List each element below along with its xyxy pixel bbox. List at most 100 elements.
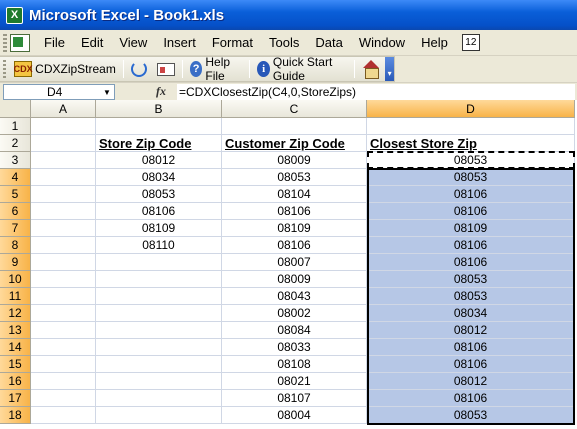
row-header-6[interactable]: 6 bbox=[0, 203, 31, 220]
cell-a10[interactable] bbox=[31, 271, 96, 288]
card-button[interactable] bbox=[152, 58, 180, 80]
worksheet-grid[interactable]: A B C D 1 2 Store Zip Code Customer Zip Code Clo… bbox=[0, 100, 577, 429]
cell-d3[interactable]: 08053 bbox=[367, 152, 575, 169]
cell-c18[interactable]: 08004 bbox=[222, 407, 367, 424]
cell-b3[interactable]: 08012 bbox=[96, 152, 222, 169]
row-header-4[interactable]: 4 bbox=[0, 169, 31, 186]
row-header-12[interactable]: 12 bbox=[0, 305, 31, 322]
name-box-dropdown-icon[interactable]: ▼ bbox=[100, 85, 114, 99]
cell-d16[interactable]: 08012 bbox=[367, 373, 575, 390]
column-header-d[interactable]: D bbox=[367, 100, 575, 118]
cell-d7[interactable]: 08109 bbox=[367, 220, 575, 237]
cell-c7[interactable]: 08109 bbox=[222, 220, 367, 237]
cell-a7[interactable] bbox=[31, 220, 96, 237]
cell-b7[interactable]: 08109 bbox=[96, 220, 222, 237]
cell-a3[interactable] bbox=[31, 152, 96, 169]
cell-d14[interactable]: 08106 bbox=[367, 339, 575, 356]
cell-c8[interactable]: 08106 bbox=[222, 237, 367, 254]
cell-b10[interactable] bbox=[96, 271, 222, 288]
cell-b16[interactable] bbox=[96, 373, 222, 390]
column-header-a[interactable]: A bbox=[31, 100, 96, 118]
row-header-11[interactable]: 11 bbox=[0, 288, 31, 305]
cell-c12[interactable]: 08002 bbox=[222, 305, 367, 322]
menu-file[interactable]: File bbox=[36, 35, 73, 50]
cell-d9[interactable]: 08106 bbox=[367, 254, 575, 271]
cell-b8[interactable]: 08110 bbox=[96, 237, 222, 254]
home-button[interactable] bbox=[357, 58, 385, 80]
cell-c4[interactable]: 08053 bbox=[222, 169, 367, 186]
cell-a9[interactable] bbox=[31, 254, 96, 271]
row-header-10[interactable]: 10 bbox=[0, 271, 31, 288]
cell-a5[interactable] bbox=[31, 186, 96, 203]
quick-start-guide-button[interactable]: i Quick Start Guide bbox=[252, 55, 352, 83]
cell-c9[interactable]: 08007 bbox=[222, 254, 367, 271]
cell-b6[interactable]: 08106 bbox=[96, 203, 222, 220]
cell-d10[interactable]: 08053 bbox=[367, 271, 575, 288]
cell-a12[interactable] bbox=[31, 305, 96, 322]
menu-view[interactable]: View bbox=[111, 35, 155, 50]
document-restore-icon[interactable]: 12 bbox=[461, 34, 480, 51]
cell-b9[interactable] bbox=[96, 254, 222, 271]
cell-b2[interactable]: Store Zip Code bbox=[96, 135, 222, 152]
cell-a14[interactable] bbox=[31, 339, 96, 356]
cell-b1[interactable] bbox=[96, 118, 222, 135]
formula-input[interactable]: =CDXClosestZip(C4,0,StoreZips) bbox=[177, 84, 575, 100]
menu-grip[interactable] bbox=[3, 33, 7, 52]
insert-function-icon[interactable]: fx bbox=[156, 84, 166, 99]
cell-b13[interactable] bbox=[96, 322, 222, 339]
cell-d8[interactable]: 08106 bbox=[367, 237, 575, 254]
cell-d1[interactable] bbox=[367, 118, 575, 135]
cell-a8[interactable] bbox=[31, 237, 96, 254]
cell-c5[interactable]: 08104 bbox=[222, 186, 367, 203]
cell-c17[interactable]: 08107 bbox=[222, 390, 367, 407]
cell-d17[interactable]: 08106 bbox=[367, 390, 575, 407]
cell-c10[interactable]: 08009 bbox=[222, 271, 367, 288]
cell-d18[interactable]: 08053 bbox=[367, 407, 575, 424]
cell-c6[interactable]: 08106 bbox=[222, 203, 367, 220]
row-header-2[interactable]: 2 bbox=[0, 135, 31, 152]
cell-d15[interactable]: 08106 bbox=[367, 356, 575, 373]
row-header-1[interactable]: 1 bbox=[0, 118, 31, 135]
cell-b11[interactable] bbox=[96, 288, 222, 305]
help-file-button[interactable]: ? Help File bbox=[185, 55, 248, 83]
cell-d12[interactable]: 08034 bbox=[367, 305, 575, 322]
cell-c15[interactable]: 08108 bbox=[222, 356, 367, 373]
cell-c3[interactable]: 08009 bbox=[222, 152, 367, 169]
row-header-14[interactable]: 14 bbox=[0, 339, 31, 356]
cdxzipstream-button[interactable]: CDX CDXZipStream bbox=[9, 58, 121, 80]
cell-a2[interactable] bbox=[31, 135, 96, 152]
cell-b18[interactable] bbox=[96, 407, 222, 424]
row-header-7[interactable]: 7 bbox=[0, 220, 31, 237]
menu-tools[interactable]: Tools bbox=[261, 35, 307, 50]
cell-d11[interactable]: 08053 bbox=[367, 288, 575, 305]
cell-a15[interactable] bbox=[31, 356, 96, 373]
toolbar-options-button[interactable]: ▾ bbox=[385, 57, 395, 81]
cell-a11[interactable] bbox=[31, 288, 96, 305]
cell-b4[interactable]: 08034 bbox=[96, 169, 222, 186]
row-header-3[interactable]: 3 bbox=[0, 152, 31, 169]
cell-b17[interactable] bbox=[96, 390, 222, 407]
cell-c1[interactable] bbox=[222, 118, 367, 135]
menu-data[interactable]: Data bbox=[307, 35, 350, 50]
excel-app-icon[interactable]: X bbox=[6, 6, 23, 24]
name-box[interactable]: D4 ▼ bbox=[3, 84, 115, 100]
menu-window[interactable]: Window bbox=[351, 35, 413, 50]
cell-c14[interactable]: 08033 bbox=[222, 339, 367, 356]
cell-c11[interactable]: 08043 bbox=[222, 288, 367, 305]
row-header-5[interactable]: 5 bbox=[0, 186, 31, 203]
row-header-18[interactable]: 18 bbox=[0, 407, 31, 424]
menu-edit[interactable]: Edit bbox=[73, 35, 111, 50]
select-all-corner[interactable] bbox=[0, 100, 31, 118]
toolbar-grip[interactable] bbox=[3, 60, 7, 78]
menu-insert[interactable]: Insert bbox=[155, 35, 204, 50]
cell-a16[interactable] bbox=[31, 373, 96, 390]
cell-a4[interactable] bbox=[31, 169, 96, 186]
cell-a17[interactable] bbox=[31, 390, 96, 407]
refresh-button[interactable] bbox=[126, 58, 152, 80]
cell-a1[interactable] bbox=[31, 118, 96, 135]
column-header-b[interactable]: B bbox=[96, 100, 222, 118]
row-header-13[interactable]: 13 bbox=[0, 322, 31, 339]
cell-b5[interactable]: 08053 bbox=[96, 186, 222, 203]
cell-a18[interactable] bbox=[31, 407, 96, 424]
column-header-c[interactable]: C bbox=[222, 100, 367, 118]
